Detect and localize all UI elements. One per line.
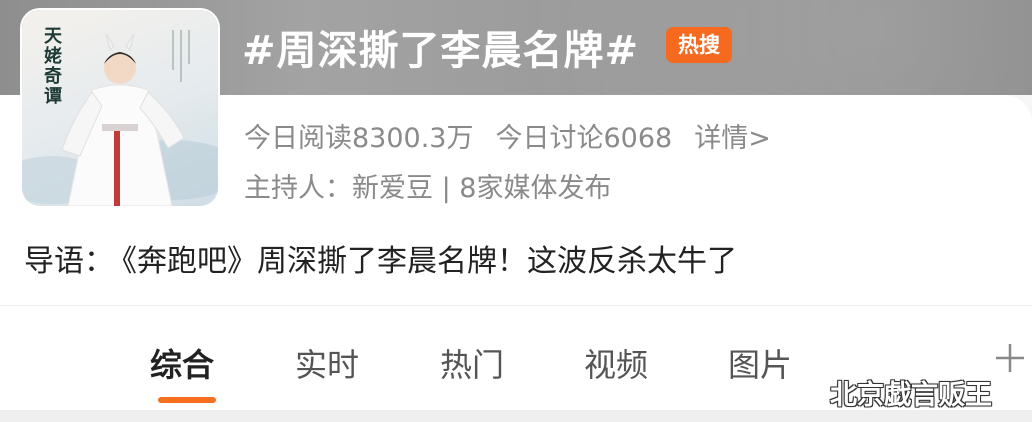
hot-search-badge: 热搜	[666, 27, 732, 63]
topic-thumbnail[interactable]: 天 姥 奇 谭	[22, 10, 218, 206]
topic-intro: 导语： 《奔跑吧》周深撕了李晨名牌！这波反杀太牛了	[24, 236, 737, 280]
watermark: 北京戯言贩王	[830, 380, 992, 411]
svg-text:谭: 谭	[44, 86, 62, 107]
tab-video[interactable]: 视频	[584, 340, 648, 386]
intro-text: 《奔跑吧》周深撕了李晨名牌！这波反杀太牛了	[122, 244, 737, 279]
tab-comprehensive[interactable]: 综合	[150, 340, 214, 386]
topic-stats: 今日阅读8300.3万 今日讨论6068 详情>	[244, 116, 793, 155]
details-link[interactable]: 详情>	[694, 123, 771, 154]
topic-page: 天 姥 奇 谭 #周深撕了李晨名牌# 热搜 今日阅读8300.3万 今日讨论606…	[0, 0, 1032, 422]
discussion-count: 今日讨论6068	[495, 123, 673, 154]
tab-images[interactable]: 图片	[728, 340, 792, 386]
tab-hot[interactable]: 热门	[440, 340, 504, 386]
svg-text:姥: 姥	[44, 45, 62, 67]
intro-label: 导语：	[24, 244, 114, 279]
plus-icon[interactable]	[992, 338, 1028, 378]
active-tab-indicator	[158, 397, 216, 403]
read-count: 今日阅读8300.3万	[244, 123, 474, 154]
topic-title: #周深撕了李晨名牌#	[242, 28, 640, 74]
svg-text:奇: 奇	[44, 65, 62, 87]
tab-realtime[interactable]: 实时	[295, 340, 359, 386]
poster-image: 天 姥 奇 谭	[22, 26, 218, 206]
host-info[interactable]: 主持人：新爱豆 | 8家媒体发布	[244, 166, 611, 205]
svg-text:天: 天	[44, 26, 63, 47]
